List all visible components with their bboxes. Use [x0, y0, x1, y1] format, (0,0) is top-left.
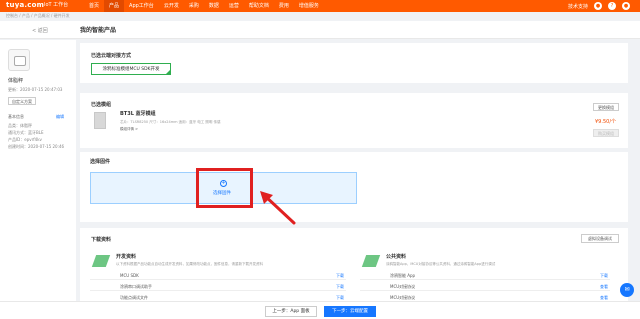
list-item-label: MCU对接协议	[390, 284, 416, 289]
selected-method-option[interactable]: 涂鸦标准模组MCU SDK开发	[91, 63, 171, 75]
public-docs-heading: 公共资料	[386, 254, 407, 260]
download-link[interactable]: 下载	[336, 271, 344, 280]
nav-item[interactable]: 采购	[184, 0, 204, 12]
nav-item[interactable]: 云开发	[159, 0, 184, 12]
nav-item[interactable]: 数据	[204, 0, 224, 12]
nav-item[interactable]: App工作台	[124, 0, 159, 12]
list-item-label: MCU SDK	[120, 273, 139, 278]
tuya-logo[interactable]: tuya.com	[6, 1, 44, 9]
custom-scheme-button[interactable]: 自定义方案	[8, 97, 36, 105]
highlight-box	[196, 168, 253, 208]
product-name: 体脂秤	[8, 78, 24, 84]
nav-item[interactable]: 产品	[104, 0, 125, 12]
list-item: 涂鸦串口调试助手 下载	[90, 282, 346, 291]
notification-icon[interactable]: ●	[594, 2, 602, 10]
connection-method-card: 已选云端对接方式 涂鸦标准模组MCU SDK开发	[80, 43, 628, 83]
iot-workbench-label: IoT 工作台	[44, 2, 69, 8]
nav-item[interactable]: 首页	[84, 0, 104, 12]
selected-module-card: 已选模组 BT3L 蓝牙模组 芯片：TLSR8250 尺寸：16x24mm 适用…	[80, 93, 628, 148]
red-arrow-icon	[260, 191, 296, 225]
page-title: 我的智能产品	[80, 27, 117, 34]
view-link[interactable]: 查看	[600, 282, 608, 291]
download-title: 下载资料	[91, 237, 112, 243]
nav-item[interactable]: 增值服务	[294, 0, 324, 12]
footer-bar: 上一步：App 面板 下一步：云端配置	[0, 301, 640, 319]
tech-support-link[interactable]: 技术支持	[568, 3, 588, 10]
info-category: 品类：体脂秤	[8, 123, 32, 128]
download-link[interactable]: 下载	[336, 282, 344, 291]
info-protocol: 通讯方式：蓝牙BLE	[8, 130, 44, 135]
chat-icon[interactable]: ✉	[620, 283, 634, 297]
nav-item[interactable]: 运营	[224, 0, 244, 12]
list-item-label: 涂鸦串口调试助手	[120, 284, 152, 289]
main-nav: 首页 产品 App工作台 云开发 采购 数据 运营 帮助文档 费用 增值服务	[84, 0, 324, 12]
change-module-button[interactable]: 更换模组	[593, 103, 619, 111]
breadcrumb: 控制台 / 产品 / 产品概况 / 硬件开发	[6, 13, 70, 18]
module-price: ¥9.50/个	[595, 119, 616, 125]
info-created-time: 创建时间：2020-07-15 20:46	[8, 144, 65, 149]
product-updated-time: 更新：2020-07-15 20:47:03	[8, 87, 63, 92]
module-name: BT3L 蓝牙模组	[120, 111, 156, 117]
info-product-id: 产品ID：epvrf4kv	[8, 137, 42, 142]
list-item: MCU对接协议 查看	[360, 282, 610, 291]
user-avatar-icon[interactable]: ●	[622, 2, 630, 10]
list-item: MCU SDK 下载	[90, 271, 346, 280]
product-sidebar: 体脂秤 更新：2020-07-15 20:47:03 自定义方案 基本信息 编辑…	[0, 40, 76, 319]
product-image	[8, 49, 30, 71]
selected-module-title: 已选模组	[91, 102, 112, 108]
nav-item[interactable]: 帮助文档	[244, 0, 274, 12]
list-item: 涂鸦智能 App 下载	[360, 271, 610, 280]
top-right-tools: 技术支持 ● ? ●	[568, 0, 630, 12]
add-firmware-icon[interactable]: +	[220, 180, 227, 187]
basic-info-title: 基本信息	[8, 114, 24, 119]
nav-item[interactable]: 费用	[274, 0, 294, 12]
previous-step-button[interactable]: 上一步：App 面板	[265, 306, 317, 317]
top-navigation-bar: tuya.com IoT 工作台 首页 产品 App工作台 云开发 采购 数据 运营 帮助文档…	[0, 0, 640, 12]
firmware-title: 选择固件	[90, 159, 111, 165]
module-details-link[interactable]: 模组详情 >	[120, 127, 138, 132]
public-docs-description: 涂鸦智能App，MCU对接协议等公共资料，通过涂鸦智能App进行调试	[386, 262, 496, 266]
dev-docs-icon	[91, 255, 111, 267]
back-button[interactable]: < 返回	[32, 27, 48, 34]
download-link[interactable]: 下载	[600, 271, 608, 280]
dev-docs-heading: 开发资料	[116, 254, 137, 260]
select-firmware-button[interactable]: 选择固件	[213, 190, 231, 196]
public-docs-icon	[361, 255, 381, 267]
connection-method-title: 已选云端对接方式	[91, 53, 132, 59]
next-step-button[interactable]: 下一步：云端配置	[324, 306, 376, 317]
virtual-device-debug-button[interactable]: 虚拟设备调试	[581, 234, 619, 243]
edit-info-link[interactable]: 编辑	[56, 114, 64, 120]
list-item-label: 涂鸦智能 App	[390, 273, 416, 278]
buy-module-button[interactable]: 购买模组	[593, 129, 619, 137]
module-image	[94, 112, 106, 129]
module-specs: 芯片：TLSR8250 尺寸：16x24mm 适用：蓝牙 电工 照明 传感	[120, 120, 221, 124]
dev-docs-description: 以下资料根据产品功能点自动生成开发资料，如果修改功能点，固件信息，请重新下载开发…	[116, 262, 263, 266]
help-icon[interactable]: ?	[608, 2, 616, 10]
